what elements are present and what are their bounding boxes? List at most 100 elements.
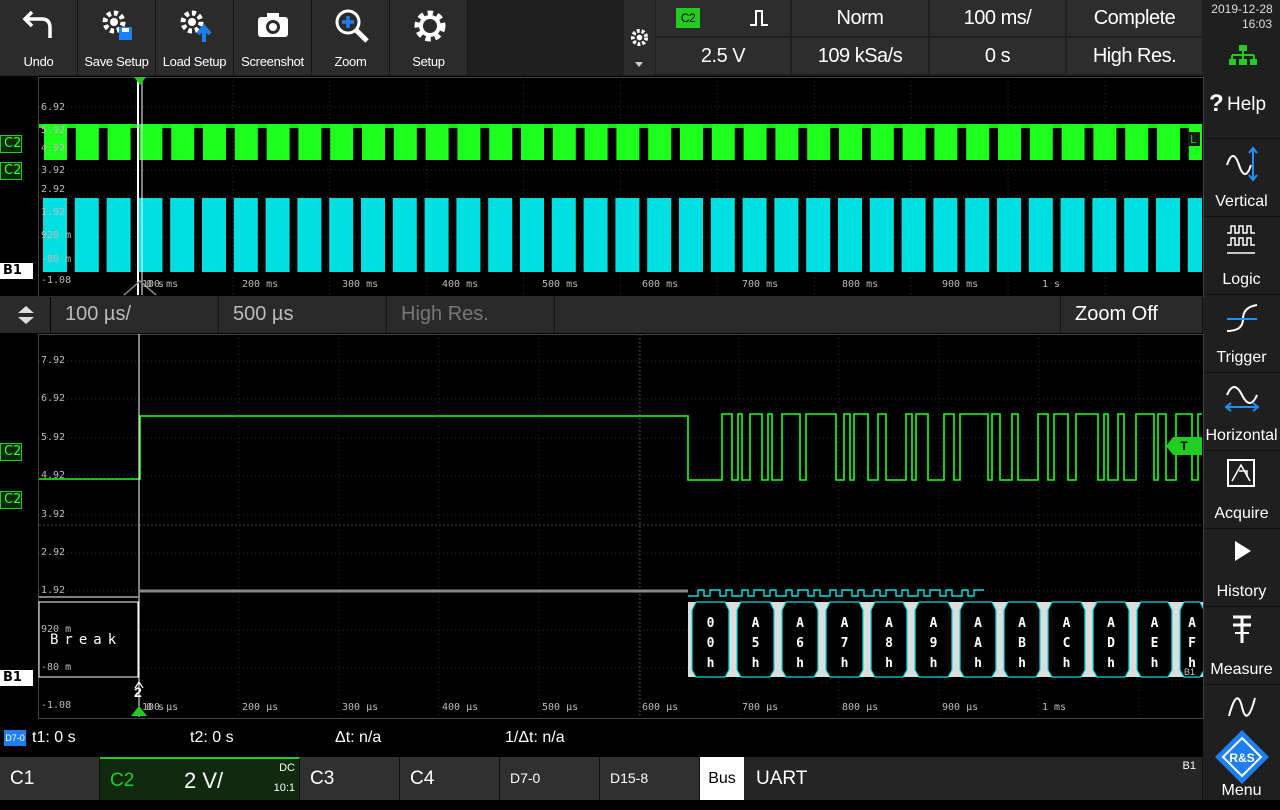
sample-rate: 109 kSa/s xyxy=(792,38,928,74)
overview-c2-pulse xyxy=(966,124,990,160)
sidebar-item-history[interactable]: History xyxy=(1203,529,1280,607)
overview-c2-pulse xyxy=(998,124,1021,160)
decoded-byte-char: A xyxy=(1107,616,1115,631)
overview-b1-frame xyxy=(1124,198,1149,272)
horizontal-label: Horizontal xyxy=(1205,427,1278,444)
overview-c2-pulse xyxy=(362,124,385,160)
undo-label: Undo xyxy=(23,54,54,69)
screenshot-button[interactable]: Screenshot xyxy=(234,0,312,75)
overview-c2-offset-tag[interactable]: C2 xyxy=(0,162,23,180)
channel-c1[interactable]: C1 xyxy=(0,757,100,800)
overview-x-tick-label: 100 ms xyxy=(142,279,179,290)
trigger-level[interactable]: 2.5 V xyxy=(656,38,790,74)
channel-c3[interactable]: C3 xyxy=(300,757,400,800)
load-setup-label: Load Setup xyxy=(162,54,227,69)
channel-c2[interactable]: C2 2 V/ DC 10:1 xyxy=(100,757,300,800)
decoded-byte-char: A xyxy=(796,616,804,631)
zoom-x-tick-label: 900 µs xyxy=(942,702,979,713)
channel-d7-0-label: D7-0 xyxy=(510,770,541,786)
overview-waveform-svg: L xyxy=(39,77,1202,296)
overview-b1-frame xyxy=(806,198,831,272)
overview-c2-pulse xyxy=(298,124,322,160)
overview-b1-frame xyxy=(106,198,131,272)
overview-c2-pulse xyxy=(934,124,958,160)
zoom-b1-tag[interactable]: B1 xyxy=(0,670,33,686)
channel-c2-label: C2 xyxy=(110,770,135,791)
gear-icon xyxy=(414,10,446,42)
save-setup-button[interactable]: Save Setup xyxy=(78,0,156,75)
overview-b1-frame xyxy=(551,198,576,272)
overview-b1-frame xyxy=(488,198,513,272)
trigger-source-cell[interactable]: C2 xyxy=(656,0,790,36)
overview-c2-high-band xyxy=(39,124,1202,128)
sidebar-item-measure[interactable]: Measure xyxy=(1203,607,1280,685)
zoom-bar-spacer xyxy=(555,296,1061,333)
menu-button[interactable]: R&S Menu xyxy=(1203,726,1280,800)
overview-y-tick-label: 6.92 xyxy=(41,102,66,113)
zoom-y-tick-label: 3.92 xyxy=(41,509,66,520)
zoom-acq-mode: High Res. xyxy=(387,296,555,333)
overview-c2-pulse xyxy=(171,124,195,160)
zoom-time-per-div[interactable]: 100 µs/ xyxy=(51,296,219,333)
acquire-label: Acquire xyxy=(1214,505,1269,522)
overview-c2-pulse xyxy=(807,124,831,160)
cursor-t2: t2: 0 s xyxy=(190,729,234,746)
sidebar-item-help[interactable]: ? Help xyxy=(1203,76,1280,139)
setup-button[interactable]: Setup xyxy=(390,0,468,75)
sidebar-item-horizontal[interactable]: Horizontal xyxy=(1203,373,1280,451)
time-label: 16:03 xyxy=(1241,17,1272,31)
overview-b1-frame xyxy=(615,198,640,272)
channel-d15-8[interactable]: D15-8 xyxy=(600,757,700,800)
overview-b1-frame xyxy=(679,198,703,272)
load-setup-button[interactable]: Load Setup xyxy=(156,0,234,75)
rs-logo: R&S xyxy=(1215,730,1269,784)
cursor-source-badge[interactable]: D7-0 xyxy=(4,730,26,746)
trigger-mode[interactable]: Norm xyxy=(792,0,928,36)
overview-c2-pulse xyxy=(1157,124,1180,160)
zoom-c2-tag[interactable]: C2 xyxy=(0,443,23,461)
sidebar-item-trigger[interactable]: Trigger xyxy=(1203,295,1280,373)
cursor-delta-t: Δt: n/a xyxy=(335,729,382,746)
sidebar-item-vertical[interactable]: Vertical xyxy=(1203,139,1280,217)
sidebar-item-acquire[interactable]: Acquire xyxy=(1203,451,1280,529)
zoom-x-tick-label: 400 µs xyxy=(442,702,479,713)
decoded-byte-char: h xyxy=(1151,656,1159,671)
overview-x-tick-label: 800 ms xyxy=(842,279,879,290)
channel-d15-8-label: D15-8 xyxy=(610,770,649,786)
channel-c4[interactable]: C4 xyxy=(400,757,500,800)
decoded-byte-char: A xyxy=(1188,616,1196,631)
overview-c2-pulse xyxy=(711,124,735,160)
overview-x-tick-label: 200 ms xyxy=(242,279,279,290)
overview-c2-pulse xyxy=(870,124,894,160)
zoom-off-button[interactable]: Zoom Off xyxy=(1061,296,1203,333)
undo-button[interactable]: Undo xyxy=(0,0,78,75)
zoom-button[interactable]: Zoom xyxy=(312,0,390,75)
sidebar: ? Help Vertical Logic Trigger Horizontal… xyxy=(1203,76,1280,800)
time-offset[interactable]: 0 s xyxy=(930,38,1065,74)
overview-c2-pulse xyxy=(266,124,290,160)
zoom-x-tick-label: 700 µs xyxy=(742,702,779,713)
zoom-y-tick-label: 4.92 xyxy=(41,470,66,481)
trigger-icon xyxy=(1226,304,1258,332)
overview-b1-tag[interactable]: B1 xyxy=(0,263,33,279)
overview-c2-tag[interactable]: C2 xyxy=(0,135,23,153)
acquisition-mode[interactable]: High Res. xyxy=(1067,38,1202,74)
history-icon xyxy=(1235,541,1251,561)
cursor-2-marker[interactable]: 2 xyxy=(134,684,142,700)
overview-b1-frame xyxy=(583,198,608,272)
channel-d7-0[interactable]: D7-0 xyxy=(500,757,600,800)
channel-bus[interactable]: Bus UART B1 xyxy=(700,757,1203,800)
decoded-byte-char: 8 xyxy=(885,636,893,651)
overview-y-tick-label: 920 m xyxy=(41,230,72,241)
zoom-resize-handle[interactable] xyxy=(0,296,50,333)
svg-text:R&S: R&S xyxy=(1229,751,1254,765)
quick-settings-button[interactable] xyxy=(624,0,655,75)
sidebar-item-logic[interactable]: Logic xyxy=(1203,217,1280,295)
trigger-level-marker[interactable]: T xyxy=(1166,437,1202,455)
channel-c1-label: C1 xyxy=(10,768,35,789)
camera-icon xyxy=(258,13,288,37)
zoom-c2-offset-tag[interactable]: C2 xyxy=(0,491,23,509)
decoded-byte-char: 0 xyxy=(707,636,715,651)
zoom-position[interactable]: 500 µs xyxy=(219,296,387,333)
time-per-div[interactable]: 100 ms/ xyxy=(930,0,1065,36)
